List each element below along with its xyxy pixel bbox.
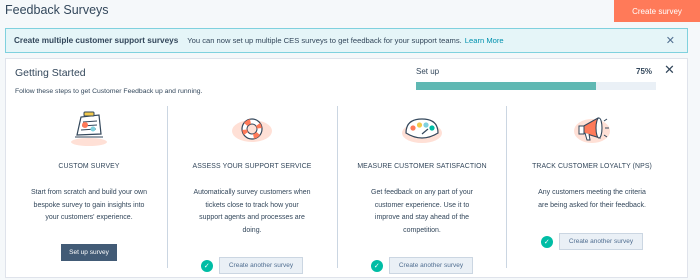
check-circle-icon: ✓ — [200, 259, 213, 272]
step-title: TRACK CUSTOMER LOYALTY (NPS) — [532, 163, 652, 170]
step-divider — [337, 106, 338, 268]
step-custom-survey: CUSTOM SURVEY Start from scratch and bui… — [6, 107, 172, 273]
close-icon[interactable]: ✕ — [666, 35, 675, 47]
page-title: Feedback Surveys — [5, 3, 109, 17]
life-ring-icon — [230, 107, 274, 147]
check-circle-icon: ✓ — [540, 235, 553, 248]
step-title: CUSTOM SURVEY — [58, 163, 120, 170]
banner-message: You can now set up multiple CES surveys … — [187, 36, 462, 45]
create-survey-button[interactable]: Create survey — [614, 0, 700, 22]
step-title: ASSESS YOUR SUPPORT SERVICE — [192, 163, 312, 170]
setup-percentage: 75% — [636, 67, 653, 76]
megaphone-icon — [570, 107, 614, 147]
step-completed-row: ✓ Create another survey — [169, 257, 335, 274]
create-another-survey-button[interactable]: Create another survey — [388, 257, 474, 274]
learn-more-link[interactable]: Learn More — [465, 36, 504, 45]
step-description: Automatically survey customers when tick… — [193, 189, 311, 234]
getting-started-subtitle: Follow these steps to get Customer Feedb… — [15, 88, 203, 95]
step-completed-row: ✓ Create another survey — [509, 233, 675, 250]
create-another-survey-button[interactable]: Create another survey — [218, 257, 304, 274]
set-up-survey-button[interactable]: Set up survey — [61, 244, 117, 261]
check-circle-icon: ✓ — [370, 259, 383, 272]
setup-label: Set up — [416, 67, 440, 76]
setup-progress-bar — [416, 82, 656, 90]
step-title: MEASURE CUSTOMER SATISFACTION — [357, 163, 487, 170]
step-track-customer-loyalty: TRACK CUSTOMER LOYALTY (NPS) Any custome… — [509, 107, 675, 273]
survey-clipboard-icon — [67, 107, 111, 147]
step-divider — [167, 106, 168, 268]
getting-started-card: Getting Started Follow these steps to ge… — [5, 58, 688, 278]
create-another-survey-button[interactable]: Create another survey — [558, 233, 644, 250]
info-banner: Create multiple customer support surveys… — [5, 28, 688, 53]
step-completed-row: ✓ Create another survey — [339, 257, 505, 274]
top-bar: Feedback Surveys Create survey — [0, 0, 700, 22]
step-measure-customer-satisfaction: MEASURE CUSTOMER SATISFACTION Get feedba… — [339, 107, 505, 274]
banner-title: Create multiple customer support surveys — [14, 36, 179, 45]
step-description: Get feedback on any part of your custome… — [371, 189, 473, 234]
setup-progress-fill — [416, 82, 596, 90]
satisfaction-gauge-icon — [400, 107, 444, 147]
step-description: Start from scratch and build your own be… — [31, 189, 147, 221]
step-description: Any customers meeting the criteria are b… — [538, 189, 646, 209]
step-divider — [506, 106, 507, 268]
dismiss-getting-started-icon[interactable]: ✕ — [664, 63, 675, 77]
getting-started-title: Getting Started — [15, 67, 86, 79]
step-assess-support-service: ASSESS YOUR SUPPORT SERVICE Automaticall… — [169, 107, 335, 274]
